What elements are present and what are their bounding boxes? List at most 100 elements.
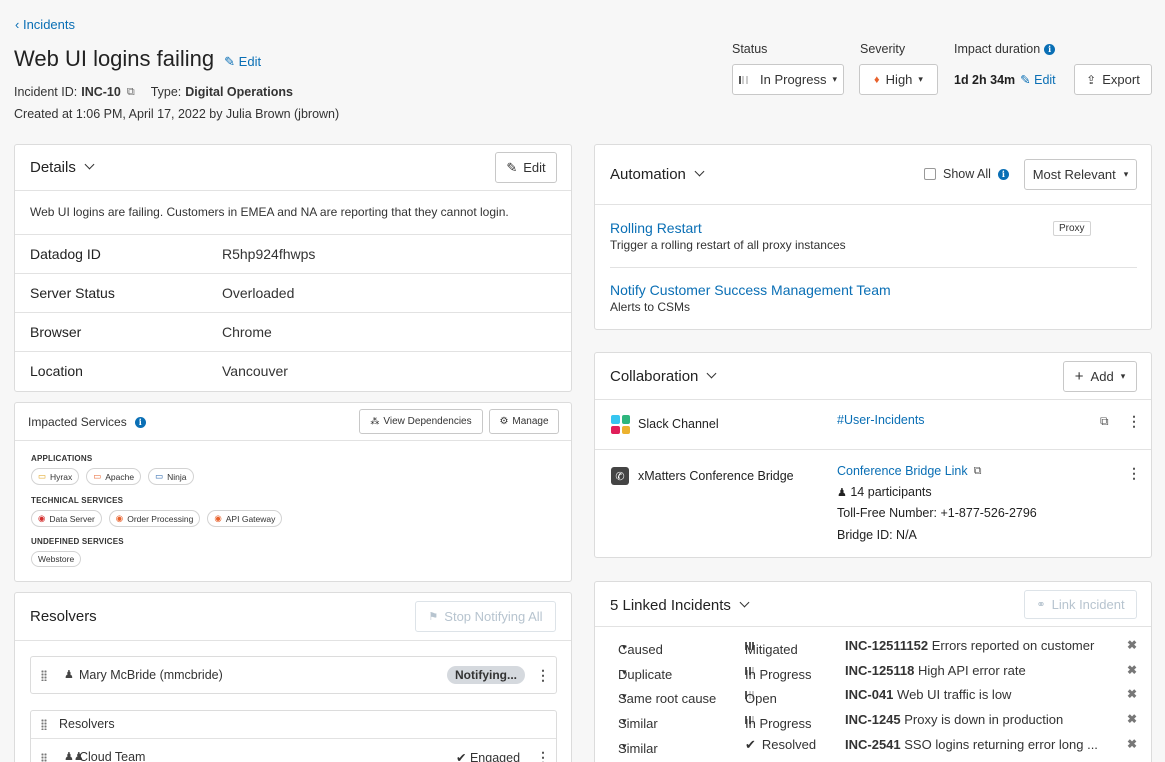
close-icon[interactable]: ✖ [1127,687,1137,701]
show-all-toggle[interactable]: Show All i [924,167,1009,181]
info-icon[interactable]: i [134,416,146,428]
technical-services-list: ◉ Data Server ◉ Order Processing ◉ API Gate… [31,510,283,527]
pencil-icon: ✎ [224,54,236,69]
details-row: Server Status Overloaded [15,274,571,313]
linked-incident-row[interactable]: Similar ▾ In Progress INC-1245 Proxy is … [595,708,1151,732]
resolver-name: Mary McBride (mmcbride) [79,668,223,682]
status-dropdown[interactable]: In Progress ▾ [732,64,844,95]
export-button[interactable]: ⇪ Export [1074,64,1152,95]
copy-icon[interactable]: ⧉ [974,465,982,478]
resolvers-title: Resolvers [30,608,97,625]
copy-icon[interactable]: ⧉ [1100,414,1109,429]
manage-button[interactable]: ⚙ Manage [489,409,559,434]
more-vertical-icon[interactable]: ⋮ [536,750,550,762]
caret-down-icon: ▾ [622,667,627,677]
service-tag[interactable]: ▭ Apache [86,468,142,485]
impacted-title: Impacted Services [28,415,127,429]
add-button[interactable]: + Add ▾ [1063,361,1137,392]
participants: ♟ 14 participants [837,485,932,499]
pencil-icon: ✎ [1020,73,1031,87]
linked-incident-row[interactable]: Duplicate ▾ In Progress INC-125118 High … [595,659,1151,683]
title-edit-link[interactable]: ✎ Edit [224,54,261,70]
linked-incident-row[interactable]: Similar ▾ ✔ Resolved INC-2541 SSO logins … [595,733,1151,757]
info-icon[interactable]: i [997,168,1009,180]
close-icon[interactable]: ✖ [1127,712,1137,726]
more-vertical-icon[interactable]: ⋮ [1127,414,1141,428]
info-icon[interactable]: i [1044,43,1056,55]
close-icon[interactable]: ✖ [1127,737,1137,751]
view-dependencies-button[interactable]: ⁂ View Dependencies [359,409,483,434]
breadcrumb-link[interactable]: Incidents [23,17,75,32]
status-label: Status [732,42,768,56]
automation-name[interactable]: Notify Customer Success Management Team [610,282,1137,298]
automation-item[interactable]: Rolling Restart Trigger a rolling restar… [610,220,1137,268]
incident-type: Digital Operations [185,85,293,99]
more-vertical-icon[interactable]: ⋮ [536,668,550,682]
breadcrumb[interactable]: ‹ Incidents [15,17,75,32]
close-icon[interactable]: ✖ [1127,663,1137,677]
phone-icon: ✆ [611,467,629,485]
plus-icon: + [1074,368,1084,385]
undefined-services-title: UNDEFINED SERVICES [31,537,124,546]
sort-dropdown[interactable]: Most Relevant ▾ [1024,159,1137,190]
chevron-down-icon [694,166,705,177]
resolver-team-row[interactable]: ♟♟ Cloud Team ✔ Engaged ⋮ [31,740,556,762]
incident-summary[interactable]: INC-1245 Proxy is down in production [845,712,1063,727]
incident-meta: Incident ID: INC-10 ⧉ Type: Digital Oper… [14,85,293,99]
caret-down-icon: ▾ [918,74,923,84]
automation-desc: Trigger a rolling restart of all proxy i… [610,238,846,252]
check-icon: ✔ [745,737,756,752]
page-title-row: Web UI logins failing ✎ Edit [14,46,261,72]
service-tag[interactable]: Webstore [31,551,82,567]
details-edit-button[interactable]: ✎ Edit [495,152,557,183]
incident-summary[interactable]: INC-041 Web UI traffic is low [845,687,1011,702]
linked-incident-row[interactable]: Caused ▾ Mitigated INC-12511152 Errors r… [595,634,1151,658]
linked-incidents-title[interactable]: 5 Linked Incidents [610,597,750,614]
incident-summary[interactable]: INC-2541 SSO logins returning error long… [845,737,1098,752]
checkbox[interactable] [924,168,936,180]
resolvers-panel: Resolvers ⚑ Stop Notifying All ♟ Mary Mc… [14,592,572,762]
caret-down-icon: ▾ [622,741,627,751]
drag-handle-icon[interactable] [41,719,47,730]
service-tag[interactable]: ▭ Hyrax [31,468,80,485]
service-tag[interactable]: ◉ Data Server [31,510,102,527]
applications-list: ▭ Hyrax ▭ Apache ▭ Ninja [31,468,194,485]
incident-summary[interactable]: INC-12511152 Errors reported on customer [845,638,1094,653]
bell-off-icon: ⚑ [428,611,439,623]
drag-handle-icon[interactable] [41,670,47,681]
incident-summary[interactable]: INC-125118 High API error rate [845,663,1026,678]
automation-desc: Alerts to CSMs [610,300,691,314]
bridge-link[interactable]: Conference Bridge Link [837,464,968,478]
automation-title[interactable]: Automation [610,166,705,183]
severity-dropdown[interactable]: ♦ High ▾ [859,64,938,95]
linked-incident-row[interactable]: Same root cause ▾ Open INC-041 Web UI tr… [595,683,1151,707]
more-vertical-icon[interactable]: ⋮ [1127,466,1141,480]
copy-icon[interactable]: ⧉ [127,86,135,99]
stop-notifying-button[interactable]: ⚑ Stop Notifying All [415,601,556,632]
caret-down-icon: ▾ [1123,169,1129,179]
service-tag[interactable]: ◉ API Gateway [207,510,283,527]
service-tag[interactable]: ◉ Order Processing [108,510,201,527]
chevron-left-icon: ‹ [15,17,20,32]
caret-down-icon: ▾ [622,642,627,652]
app-icon: ▭ [38,471,47,481]
applications-title: APPLICATIONS [31,454,93,463]
drag-handle-icon[interactable] [41,753,47,762]
link-incident-button[interactable]: ⚭ Link Incident [1024,590,1137,619]
linked-incidents-panel: 5 Linked Incidents ⚭ Link Incident Cause… [594,581,1152,762]
details-title[interactable]: Details [30,159,95,176]
collaboration-panel: Collaboration + Add ▾ Slack Channel #Use… [594,352,1152,558]
slack-label: Slack Channel [638,417,719,431]
automation-item[interactable]: Notify Customer Success Management Team … [610,282,1137,322]
close-icon[interactable]: ✖ [1127,638,1137,652]
impact-edit-link[interactable]: ✎ Edit [1020,72,1056,87]
upload-icon: ⇪ [1086,72,1097,87]
service-tag[interactable]: ▭ Ninja [148,468,194,485]
collaboration-title[interactable]: Collaboration [610,368,717,385]
resolver-group-header: Resolvers [31,711,556,739]
slack-channel-link[interactable]: #User-Incidents [837,413,925,427]
created-info: Created at 1:06 PM, April 17, 2022 by Ju… [14,107,340,121]
resolver-person-row[interactable]: ♟ Mary McBride (mmcbride) Notifying... ⋮ [30,656,557,694]
app-icon: ▭ [155,471,164,481]
toll-free-number: Toll-Free Number: +1-877-526-2796 [837,506,1037,520]
